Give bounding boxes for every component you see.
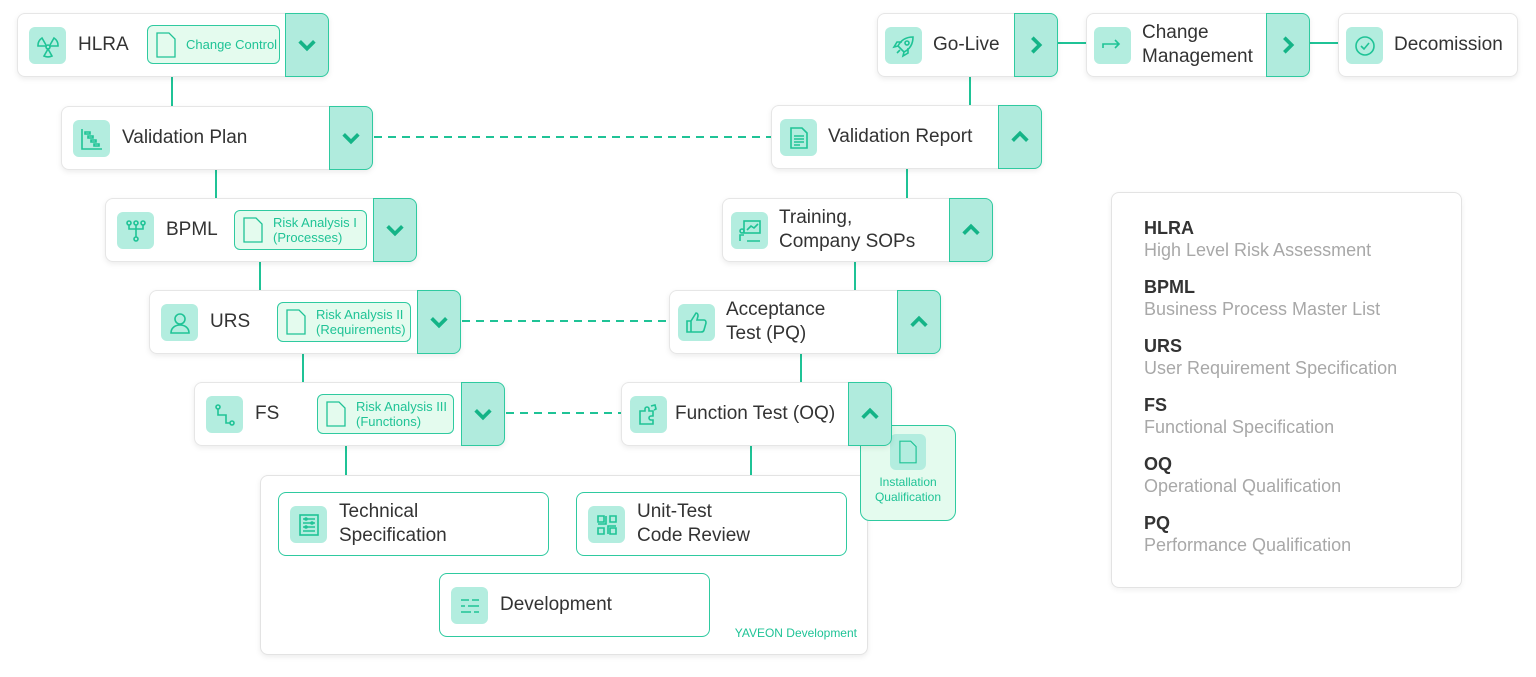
risk-analysis-1-doc[interactable]: Risk Analysis I (Processes) (234, 210, 367, 250)
hlra-card[interactable]: HLRA Change Control (17, 13, 329, 77)
validation-plan-card[interactable]: Validation Plan (61, 106, 373, 170)
circuit-board-icon (290, 506, 327, 543)
card-label: Development (500, 594, 612, 615)
legend-item: OQ Operational Qualification (1144, 454, 1342, 496)
collapse-button[interactable] (848, 382, 892, 446)
card-label: HLRA (78, 34, 129, 55)
card-label: Validation Report (828, 126, 973, 147)
chevron-down-icon (342, 133, 360, 145)
risk-analysis-3-doc[interactable]: Risk Analysis III (Functions) (317, 394, 454, 434)
card-label: Go-Live (933, 34, 1000, 55)
code-lines-icon (451, 587, 488, 624)
development-card[interactable]: Development (439, 573, 710, 637)
card-label: Validation Plan (122, 127, 248, 148)
technical-specification-card[interactable]: Technical Specification (278, 492, 549, 556)
chevron-up-icon (1011, 130, 1029, 142)
unit-test-card[interactable]: Unit-Test Code Review (576, 492, 847, 556)
chevron-up-icon (910, 315, 928, 327)
rocket-icon (885, 27, 922, 64)
validation-report-card[interactable]: Validation Report (771, 105, 1042, 169)
iq-label: Installation Qualification (874, 475, 942, 504)
function-test-card[interactable]: Function Test (OQ) (621, 382, 892, 446)
collapse-button[interactable] (998, 105, 1042, 169)
process-tree-icon (117, 212, 154, 249)
card-label: BPML (166, 219, 218, 240)
bpml-card[interactable]: BPML Risk Analysis I (Processes) (105, 198, 417, 262)
check-circle-icon (1346, 27, 1383, 64)
collapse-button[interactable] (897, 290, 941, 354)
chevron-right-icon (1031, 36, 1043, 54)
chevron-right-icon (1283, 36, 1295, 54)
change-management-card[interactable]: Change Management (1086, 13, 1310, 77)
doc-label: Change Control (186, 37, 278, 52)
doc-label: Risk Analysis II (Requirements) (316, 307, 406, 337)
go-live-card[interactable]: Go-Live (877, 13, 1058, 77)
gantt-chart-icon (73, 120, 110, 157)
card-label: Training, Company SOPs (779, 207, 916, 252)
training-card[interactable]: Training, Company SOPs (722, 198, 993, 262)
legend-item: FS Functional Specification (1144, 395, 1335, 437)
chevron-down-icon (386, 225, 404, 237)
urs-card[interactable]: URS Risk Analysis II (Requirements) (149, 290, 461, 354)
card-label: Technical Specification (339, 501, 447, 546)
card-label: Decomission (1394, 34, 1503, 55)
legend-item: URS User Requirement Specification (1144, 336, 1398, 378)
collapse-button[interactable] (949, 198, 993, 262)
doc-label: Risk Analysis III (Functions) (356, 399, 448, 429)
next-button[interactable] (1266, 13, 1310, 77)
chevron-down-icon (474, 409, 492, 421)
legend: HLRA High Level Risk Assessment BPML Busin… (1111, 192, 1462, 588)
card-label: URS (210, 311, 251, 332)
card-label: Unit-Test Code Review (637, 501, 750, 546)
document-icon (156, 31, 176, 58)
report-icon (780, 119, 817, 156)
chevron-up-icon (962, 223, 980, 235)
expand-button[interactable] (329, 106, 373, 170)
card-label: FS (255, 403, 280, 424)
radiation-icon (29, 27, 66, 64)
card-label: Acceptance Test (PQ) (726, 299, 826, 344)
chevron-up-icon (861, 407, 879, 419)
qr-code-icon (588, 506, 625, 543)
document-icon (326, 401, 346, 427)
document-icon (286, 309, 306, 335)
decomission-card[interactable]: Decomission (1338, 13, 1518, 77)
fs-card[interactable]: FS Risk Analysis III (Functions) (194, 382, 505, 446)
legend-item: PQ Performance Qualification (1144, 513, 1352, 555)
card-label: Function Test (OQ) (675, 403, 836, 424)
chevron-down-icon (298, 40, 316, 52)
expand-button[interactable] (461, 382, 505, 446)
acceptance-test-card[interactable]: Acceptance Test (PQ) (669, 290, 941, 354)
flow-icon (206, 396, 243, 433)
expand-button[interactable] (373, 198, 417, 262)
expand-button[interactable] (417, 290, 461, 354)
document-icon (890, 434, 926, 470)
document-icon (243, 217, 263, 243)
next-button[interactable] (1014, 13, 1058, 77)
change-control-doc[interactable]: Change Control (147, 25, 280, 64)
expand-button[interactable] (285, 13, 329, 77)
user-icon (161, 304, 198, 341)
puzzle-icon (630, 396, 667, 433)
doc-label: Risk Analysis I (Processes) (273, 215, 357, 245)
legend-item: BPML Business Process Master List (1144, 277, 1381, 319)
legend-item: HLRA High Level Risk Assessment (1144, 218, 1372, 260)
thumbs-up-icon (678, 304, 715, 341)
arrow-turn-icon (1094, 27, 1131, 64)
group-label: YAVEON Development (734, 626, 857, 640)
presentation-icon (731, 212, 768, 249)
chevron-down-icon (430, 317, 448, 329)
card-label: Change Management (1142, 22, 1253, 67)
risk-analysis-2-doc[interactable]: Risk Analysis II (Requirements) (277, 302, 411, 342)
